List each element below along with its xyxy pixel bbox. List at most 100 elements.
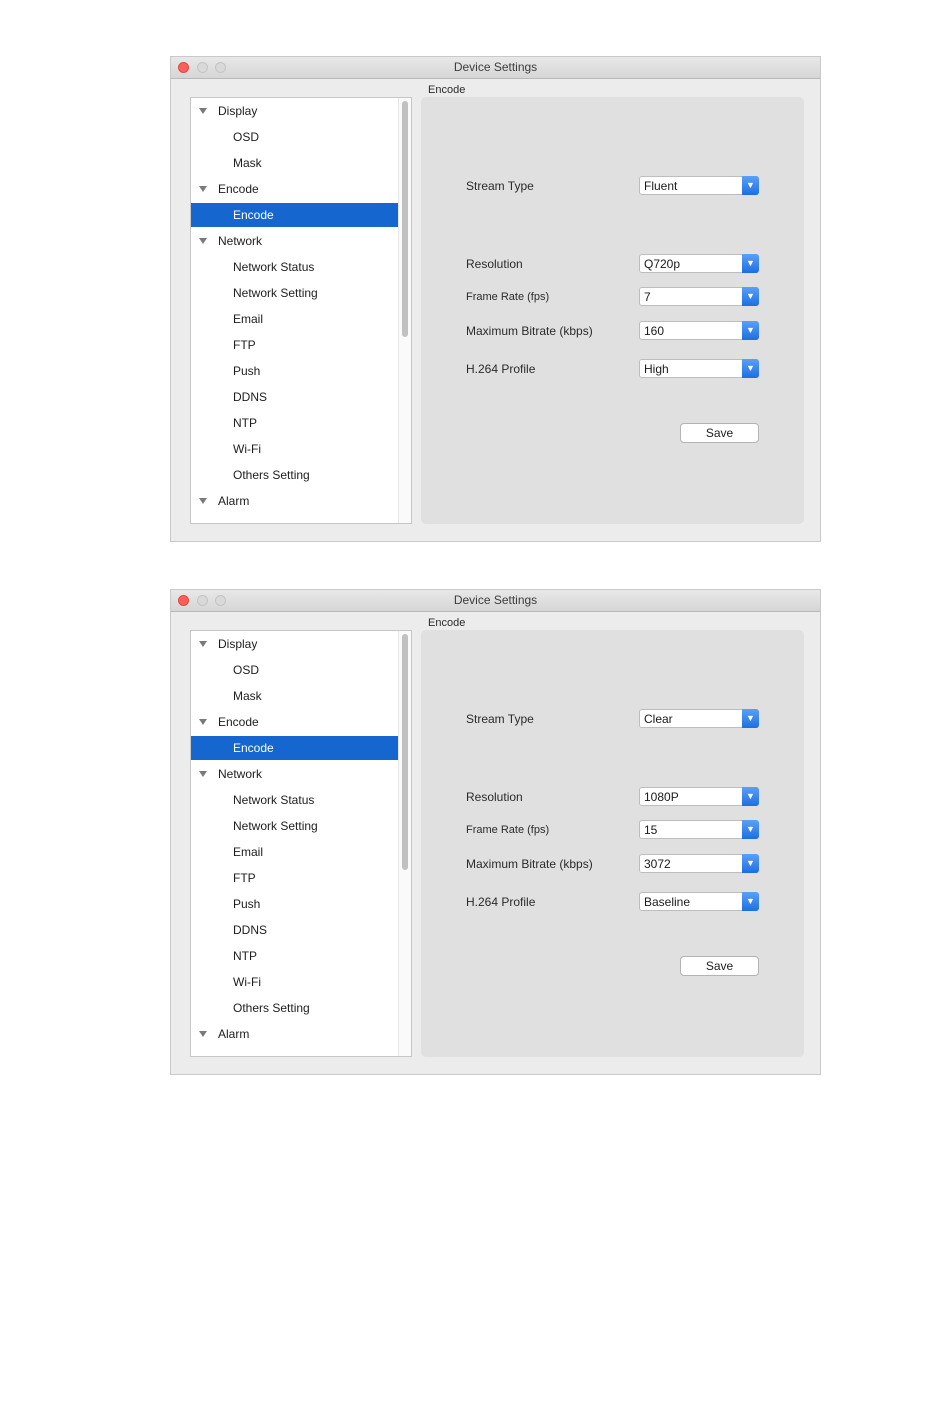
resolution-label: Resolution [466,790,523,804]
tree-item-push[interactable]: Push [191,359,398,383]
resolution-value: 1080P [644,790,679,804]
window-title: Device Settings [453,60,538,74]
chevron-down-icon[interactable]: ▼ [742,787,759,806]
disclosure-triangle-icon[interactable] [199,498,207,504]
scrollbar-thumb[interactable] [402,634,408,870]
tree-item-label: FTP [233,871,256,885]
save-button[interactable]: Save [680,956,759,976]
tree-group-display[interactable]: Display [191,632,398,656]
tree-group-network[interactable]: Network [191,762,398,786]
tree-item-ddns[interactable]: DDNS [191,918,398,942]
tree-item-label: Others Setting [233,468,310,482]
tree-item-label: Email [233,312,264,326]
tree-item-label: Encode [233,741,274,755]
title-bar[interactable]: Device Settings [171,590,820,612]
tree-item-label: Alarm [218,1027,250,1041]
tree-item-push[interactable]: Push [191,892,398,916]
tree-item-ddns[interactable]: DDNS [191,385,398,409]
tree-item-label: Encode [218,182,259,196]
tree-group-network[interactable]: Network [191,229,398,253]
stream-type-select[interactable]: Clear ▼ [639,709,759,728]
tree-item-label: OSD [233,663,260,677]
disclosure-triangle-icon[interactable] [199,771,207,777]
tree-item-network-setting[interactable]: Network Setting [191,814,398,838]
tree-item-label: Network [218,234,263,248]
sidebar-scrollbar[interactable] [398,631,411,1056]
chevron-down-icon[interactable]: ▼ [742,820,759,839]
title-bar[interactable]: Device Settings [171,57,820,79]
tree-item-network-status[interactable]: Network Status [191,255,398,279]
tree-item-label: Mask [233,689,262,703]
tree-item-email[interactable]: Email [191,840,398,864]
tree-item-network-status[interactable]: Network Status [191,788,398,812]
disclosure-triangle-icon[interactable] [199,641,207,647]
tree-item-label: Mask [233,156,262,170]
resolution-label: Resolution [466,257,523,271]
disclosure-triangle-icon[interactable] [199,719,207,725]
tree-item-others-setting[interactable]: Others Setting [191,996,398,1020]
resolution-select[interactable]: 1080P ▼ [639,787,759,806]
stream-type-value: Clear [644,712,673,726]
tree-item-osd[interactable]: OSD [191,658,398,682]
tree-item-mask[interactable]: Mask [191,684,398,708]
tree-item-others-setting[interactable]: Others Setting [191,463,398,487]
resolution-value: Q720p [644,257,681,271]
chevron-down-icon[interactable]: ▼ [742,254,759,273]
sidebar-scrollbar[interactable] [398,98,411,523]
chevron-down-icon[interactable]: ▼ [742,321,759,340]
tree-item-label: Network [218,767,263,781]
save-button[interactable]: Save [680,423,759,443]
disclosure-triangle-icon[interactable] [199,186,207,192]
stream-type-select[interactable]: Fluent ▼ [639,176,759,195]
encode-settings-panel: Stream Type Clear ▼ Resolution 1080P ▼ F… [421,630,804,1057]
stream-type-label: Stream Type [466,179,534,193]
tree-item-encode[interactable]: Encode [191,736,398,760]
tree-item-label: DDNS [233,923,268,937]
tree-item-label: OSD [233,130,260,144]
tree-group-alarm[interactable]: Alarm [191,489,398,513]
chevron-down-icon[interactable]: ▼ [742,892,759,911]
tree-group-display[interactable]: Display [191,99,398,123]
chevron-down-icon[interactable]: ▼ [742,287,759,306]
tree-group-alarm[interactable]: Alarm [191,1022,398,1046]
h264-profile-value: High [644,362,669,376]
max-bitrate-value: 160 [644,324,665,338]
tree-item-encode[interactable]: Encode [191,203,398,227]
h264-profile-select[interactable]: High ▼ [639,359,759,378]
tree-item-email[interactable]: Email [191,307,398,331]
chevron-down-icon[interactable]: ▼ [742,176,759,195]
tree-item-ftp[interactable]: FTP [191,333,398,357]
tree-item-wi-fi[interactable]: Wi-Fi [191,970,398,994]
tree-item-ntp[interactable]: NTP [191,411,398,435]
chevron-down-icon[interactable]: ▼ [742,359,759,378]
tree-item-label: NTP [233,949,257,963]
frame-rate-select[interactable]: 15 ▼ [639,820,759,839]
settings-tree: Display OSD Mask Encode Encode Network Network… [190,630,412,1057]
chevron-down-icon[interactable]: ▼ [742,709,759,728]
tree-group-encode[interactable]: Encode [191,177,398,201]
tree-item-label: Network Status [233,793,315,807]
tree-item-label: Network Status [233,260,315,274]
disclosure-triangle-icon[interactable] [199,1031,207,1037]
max-bitrate-select[interactable]: 3072 ▼ [639,854,759,873]
disclosure-triangle-icon[interactable] [199,108,207,114]
tree-item-mask[interactable]: Mask [191,151,398,175]
resolution-select[interactable]: Q720p ▼ [639,254,759,273]
scrollbar-thumb[interactable] [402,101,408,337]
tree-item-label: Wi-Fi [233,442,261,456]
max-bitrate-select[interactable]: 160 ▼ [639,321,759,340]
tree-item-ntp[interactable]: NTP [191,944,398,968]
disclosure-triangle-icon[interactable] [199,238,207,244]
tree-item-ftp[interactable]: FTP [191,866,398,890]
tree-group-encode[interactable]: Encode [191,710,398,734]
tree-item-network-setting[interactable]: Network Setting [191,281,398,305]
panel-caption: Encode [428,617,466,629]
chevron-down-icon[interactable]: ▼ [742,854,759,873]
tree-item-label: FTP [233,338,256,352]
tree-item-label: Wi-Fi [233,975,261,989]
frame-rate-label: Frame Rate (fps) [466,291,550,303]
frame-rate-select[interactable]: 7 ▼ [639,287,759,306]
tree-item-osd[interactable]: OSD [191,125,398,149]
h264-profile-select[interactable]: Baseline ▼ [639,892,759,911]
tree-item-wi-fi[interactable]: Wi-Fi [191,437,398,461]
